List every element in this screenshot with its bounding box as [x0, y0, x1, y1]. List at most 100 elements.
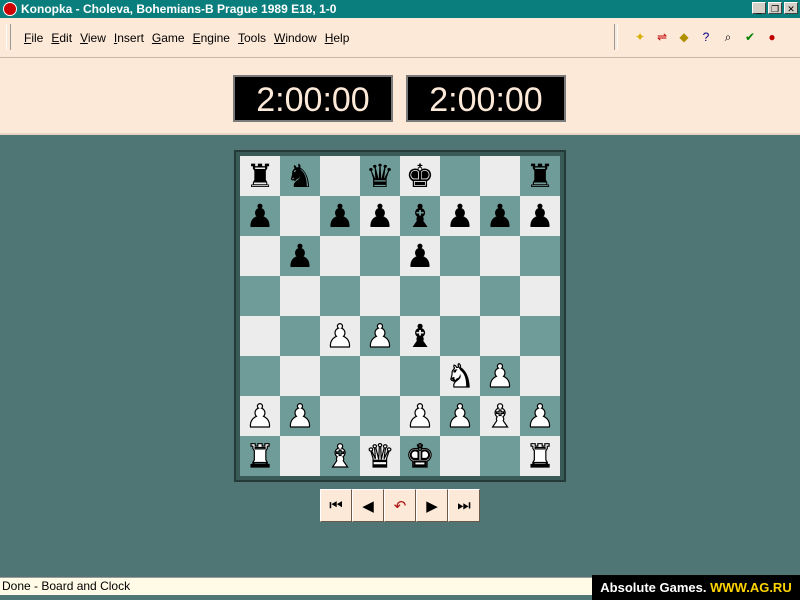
black-rook-icon[interactable]: ♜ — [246, 160, 275, 192]
menu-window[interactable]: Window — [274, 31, 317, 45]
square-h1[interactable]: ♜ — [520, 436, 560, 476]
square-d5[interactable] — [360, 276, 400, 316]
square-g4[interactable] — [480, 316, 520, 356]
square-c8[interactable] — [320, 156, 360, 196]
white-queen-icon[interactable]: ♛ — [365, 439, 395, 472]
white-bishop-icon[interactable]: ♝ — [485, 399, 515, 432]
square-c2[interactable] — [320, 396, 360, 436]
chess-board[interactable]: ♜ ♞ ♛ ♚ ♜ ♟ ♟ ♟ ♝ ♟ ♟ ♟ ♟ ♟ ♟ ♟ ♝ ♞ ♟ ♟ ♟ ♟ ♟ ♝ ♟ ♜ ♝ ♛ ♚ ♜ — [240, 156, 560, 476]
black-bishop-icon[interactable]: ♝ — [406, 320, 435, 352]
black-pawn-icon[interactable]: ♟ — [446, 200, 475, 232]
square-a5[interactable] — [240, 276, 280, 316]
square-g6[interactable] — [480, 236, 520, 276]
menu-file[interactable]: File — [24, 31, 43, 45]
square-c4[interactable]: ♟ — [320, 316, 360, 356]
white-rook-icon[interactable]: ♜ — [525, 439, 555, 472]
square-b5[interactable] — [280, 276, 320, 316]
square-h8[interactable]: ♜ — [520, 156, 560, 196]
square-e5[interactable] — [400, 276, 440, 316]
white-pawn-icon[interactable]: ♟ — [525, 399, 555, 432]
square-e8[interactable]: ♚ — [400, 156, 440, 196]
stop-icon[interactable]: ● — [764, 29, 780, 45]
black-pawn-icon[interactable]: ♟ — [246, 200, 275, 232]
white-pawn-icon[interactable]: ♟ — [445, 399, 475, 432]
square-e7[interactable]: ♝ — [400, 196, 440, 236]
square-a2[interactable]: ♟ — [240, 396, 280, 436]
menu-edit[interactable]: Edit — [51, 31, 72, 45]
menu-insert[interactable]: Insert — [114, 31, 144, 45]
square-f1[interactable] — [440, 436, 480, 476]
square-a4[interactable] — [240, 316, 280, 356]
square-c1[interactable]: ♝ — [320, 436, 360, 476]
white-bishop-icon[interactable]: ♝ — [325, 439, 355, 472]
square-f8[interactable] — [440, 156, 480, 196]
white-pawn-icon[interactable]: ♟ — [325, 319, 355, 352]
square-b8[interactable]: ♞ — [280, 156, 320, 196]
square-d6[interactable] — [360, 236, 400, 276]
takeback-button[interactable]: ↶ — [384, 489, 416, 522]
first-move-button[interactable]: ⏮ — [320, 489, 352, 522]
white-pawn-icon[interactable]: ♟ — [365, 319, 395, 352]
square-d7[interactable]: ♟ — [360, 196, 400, 236]
square-d3[interactable] — [360, 356, 400, 396]
white-pawn-icon[interactable]: ♟ — [485, 359, 515, 392]
square-d4[interactable]: ♟ — [360, 316, 400, 356]
square-e1[interactable]: ♚ — [400, 436, 440, 476]
white-pawn-icon[interactable]: ♟ — [405, 399, 435, 432]
square-b6[interactable]: ♟ — [280, 236, 320, 276]
square-a1[interactable]: ♜ — [240, 436, 280, 476]
black-pawn-icon[interactable]: ♟ — [366, 200, 395, 232]
square-e6[interactable]: ♟ — [400, 236, 440, 276]
menu-game[interactable]: Game — [152, 31, 185, 45]
black-pawn-icon[interactable]: ♟ — [486, 200, 515, 232]
square-d2[interactable] — [360, 396, 400, 436]
hint-icon[interactable]: ◆ — [676, 29, 692, 45]
last-move-button[interactable]: ⏭ — [448, 489, 480, 522]
square-b1[interactable] — [280, 436, 320, 476]
ok-icon[interactable]: ✔ — [742, 29, 758, 45]
minimize-button[interactable]: _ — [752, 2, 766, 14]
square-g3[interactable]: ♟ — [480, 356, 520, 396]
square-a6[interactable] — [240, 236, 280, 276]
square-e2[interactable]: ♟ — [400, 396, 440, 436]
white-knight-icon[interactable]: ♞ — [445, 359, 475, 392]
square-b7[interactable] — [280, 196, 320, 236]
square-g7[interactable]: ♟ — [480, 196, 520, 236]
square-c5[interactable] — [320, 276, 360, 316]
black-pawn-icon[interactable]: ♟ — [526, 200, 555, 232]
flip-board-icon[interactable]: ⇌ — [654, 29, 670, 45]
menu-view[interactable]: View — [80, 31, 106, 45]
square-b4[interactable] — [280, 316, 320, 356]
black-pawn-icon[interactable]: ♟ — [406, 240, 435, 272]
white-rook-icon[interactable]: ♜ — [245, 439, 275, 472]
square-h3[interactable] — [520, 356, 560, 396]
black-knight-icon[interactable]: ♞ — [286, 160, 315, 192]
square-h5[interactable] — [520, 276, 560, 316]
square-h4[interactable] — [520, 316, 560, 356]
square-b3[interactable] — [280, 356, 320, 396]
square-f4[interactable] — [440, 316, 480, 356]
square-f5[interactable] — [440, 276, 480, 316]
next-move-button[interactable]: ▶ — [416, 489, 448, 522]
square-e3[interactable] — [400, 356, 440, 396]
help-icon[interactable]: ? — [698, 29, 714, 45]
black-pawn-icon[interactable]: ♟ — [326, 200, 355, 232]
menu-tools[interactable]: Tools — [238, 31, 266, 45]
square-g2[interactable]: ♝ — [480, 396, 520, 436]
menu-help[interactable]: Help — [325, 31, 350, 45]
square-c6[interactable] — [320, 236, 360, 276]
restore-button[interactable]: ❐ — [768, 2, 782, 14]
white-king-icon[interactable]: ♚ — [405, 439, 435, 472]
black-king-icon[interactable]: ♚ — [406, 160, 435, 192]
square-h2[interactable]: ♟ — [520, 396, 560, 436]
previous-move-button[interactable]: ◀ — [352, 489, 384, 522]
square-d1[interactable]: ♛ — [360, 436, 400, 476]
square-c3[interactable] — [320, 356, 360, 396]
square-b2[interactable]: ♟ — [280, 396, 320, 436]
square-a3[interactable] — [240, 356, 280, 396]
square-f3[interactable]: ♞ — [440, 356, 480, 396]
white-pawn-icon[interactable]: ♟ — [245, 399, 275, 432]
square-h7[interactable]: ♟ — [520, 196, 560, 236]
square-f2[interactable]: ♟ — [440, 396, 480, 436]
square-g1[interactable] — [480, 436, 520, 476]
